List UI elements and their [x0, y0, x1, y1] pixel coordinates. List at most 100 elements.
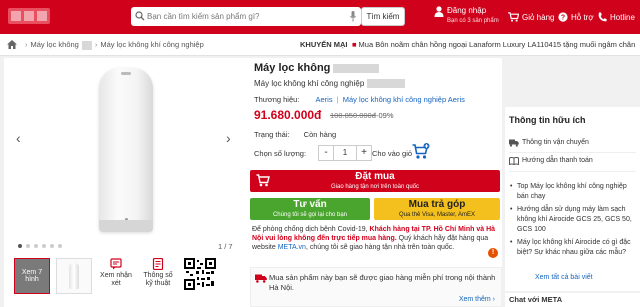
- status-label: Trạng thái:: [254, 130, 290, 139]
- quantity-input[interactable]: 1: [334, 145, 356, 161]
- search-input[interactable]: [147, 7, 327, 26]
- gallery-dot[interactable]: [26, 244, 30, 248]
- login-label: Đăng nhập: [447, 6, 487, 15]
- installment-button[interactable]: Mua trả góp Qua thẻ Visa, Master, AmEX: [374, 198, 500, 220]
- add-to-cart-icon[interactable]: [412, 143, 430, 161]
- product-image[interactable]: [99, 68, 153, 232]
- chat-panel[interactable]: Chat với META: [505, 293, 640, 307]
- shipping-info-link[interactable]: Thông tin vận chuyển: [509, 139, 589, 147]
- promo-bullet-icon: ■: [352, 40, 357, 49]
- news-item[interactable]: Top Máy lọc không khí công nghiệp bán ch…: [509, 182, 639, 202]
- svg-text:?: ?: [561, 15, 565, 22]
- gallery-dot[interactable]: [50, 244, 54, 248]
- status-row: Trạng thái: Còn hàng: [254, 130, 336, 139]
- shipping-box: Mua sản phẩm này bạn sẽ được giao hàng m…: [250, 267, 502, 307]
- product-subtitle: Máy lọc không khí công nghiệp: [254, 79, 406, 89]
- gallery-dot[interactable]: [42, 244, 46, 248]
- cart-link[interactable]: Giỏ hàng: [508, 0, 554, 34]
- shipping-text: Mua sản phẩm này bạn sẽ được giao hàng m…: [269, 273, 496, 292]
- product-title-text: Máy lọc không: [254, 62, 331, 74]
- redacted-block: [333, 63, 380, 73]
- logo-block: [24, 11, 34, 21]
- notice-part-4: , chúng tôi sẽ giao hàng tận nhà trên to…: [305, 244, 455, 251]
- covid-notice: Để phòng chống dịch bệnh Covid-19, Khách…: [252, 225, 502, 252]
- thumbnail-video[interactable]: Xem 7 hình: [14, 258, 50, 294]
- reviews-label: Xem nhận xét: [100, 272, 132, 287]
- hotline-link[interactable]: Hotline: [598, 0, 635, 34]
- thumbnail-video-label: Xem 7 hình: [21, 269, 43, 283]
- specs-label: Thông số kỹ thuật: [143, 272, 173, 287]
- product-gallery: ‹ › 1 / 7 Xem 7 hình Xem nhận xét Thông …: [4, 58, 246, 307]
- reviews-button[interactable]: Xem nhận xét: [98, 258, 134, 296]
- specs-icon: [152, 258, 164, 270]
- gallery-dot[interactable]: [58, 244, 62, 248]
- product-price: 91.680.000đ: [254, 108, 322, 122]
- promo-text[interactable]: ■ Mua Bôn noãm chân hồng ngoại Lanaform L…: [352, 40, 640, 49]
- news-list: Top Máy lọc không khí công nghiệp bán ch…: [509, 182, 639, 261]
- add-to-cart-label: Cho vào giỏ: [372, 149, 413, 158]
- gallery-next-button[interactable]: ›: [226, 130, 231, 146]
- qr-code[interactable]: [182, 258, 218, 296]
- payment-guide-link[interactable]: Hướng dẫn thanh toán: [509, 157, 593, 165]
- consult-subtitle: Chúng tôi sẽ gọi lại cho bạn: [272, 212, 348, 218]
- site-logo[interactable]: [8, 8, 50, 24]
- thumbnail-product: [69, 263, 79, 289]
- quantity-stepper: - 1 +: [318, 145, 372, 161]
- brand-row: Thương hiệu: Aeris | Máy lọc không khí c…: [254, 95, 465, 104]
- microphone-icon[interactable]: [350, 11, 356, 22]
- home-icon[interactable]: [7, 40, 17, 49]
- qr-code-icon: [184, 258, 216, 290]
- news-item[interactable]: Máy lọc không khí Airocide có gì đặc biệ…: [509, 238, 639, 258]
- user-icon: [434, 6, 444, 17]
- redacted-block: [81, 40, 92, 50]
- installment-subtitle: Qua thẻ Visa, Master, AmEX: [399, 212, 475, 218]
- brand-link[interactable]: Aeris: [315, 95, 332, 104]
- gallery-dot[interactable]: [34, 244, 38, 248]
- status-value: Còn hàng: [303, 130, 337, 139]
- product-info: Máy lọc không Máy lọc không khí công ngh…: [248, 58, 502, 307]
- truck-icon: [509, 139, 519, 147]
- login-link[interactable]: Đăng nhập Bạn có 3 sản phẩm: [434, 6, 499, 28]
- help-icon: ?: [558, 12, 568, 22]
- breadcrumb-separator: ›: [25, 40, 28, 49]
- cart-icon: [508, 12, 519, 22]
- installment-title: Mua trả góp: [408, 199, 466, 210]
- news-item[interactable]: Hướng dẫn sử dụng máy làm sạch không khí…: [509, 205, 639, 235]
- buy-now-button[interactable]: Đặt mua Giao hàng tận nơi trên toàn quốc: [250, 170, 500, 192]
- shipping-more-link[interactable]: Xem thêm ›: [459, 296, 495, 303]
- all-articles-link[interactable]: Xem tất cả bài viết: [535, 274, 593, 281]
- original-price: 100.850.000đ: [330, 111, 376, 120]
- product-title: Máy lọc không: [254, 62, 380, 74]
- payment-guide-label: Hướng dẫn thanh toán: [522, 157, 593, 164]
- buy-now-subtitle: Giao hàng tận nơi trên toàn quốc: [331, 184, 419, 190]
- buy-now-title: Đặt mua: [355, 171, 395, 182]
- chat-label: Chat với META: [509, 295, 563, 304]
- specs-button[interactable]: Thông số kỹ thuật: [140, 258, 176, 296]
- quantity-decrease-button[interactable]: -: [318, 145, 334, 161]
- quantity-label: Chọn số lượng:: [254, 149, 307, 158]
- gallery-counter: 1 / 7: [218, 242, 233, 251]
- breadcrumb: › Máy lọc không › Máy lọc không khí công ng…: [0, 34, 640, 56]
- brand-category-link[interactable]: Máy lọc không khí công nghiệp Aeris: [343, 95, 465, 104]
- cart-label: Giỏ hàng: [522, 12, 555, 22]
- logo-block: [37, 11, 47, 21]
- consult-button[interactable]: Tư vấn Chúng tôi sẽ gọi lại cho bạn: [250, 198, 370, 220]
- breadcrumb-item-2[interactable]: Máy lọc không khí công nghiệp: [100, 40, 203, 49]
- search-button[interactable]: Tìm kiếm: [361, 7, 405, 26]
- gallery-prev-button[interactable]: ‹: [16, 130, 21, 146]
- gallery-thumbnails: Xem 7 hình Xem nhận xét Thông số kỹ thuậ…: [14, 258, 218, 298]
- divider: [509, 152, 636, 153]
- notice-part-1: Để phòng chống dịch bệnh Covid-19,: [252, 226, 368, 233]
- support-label: Hỗ trợ: [571, 12, 594, 22]
- quantity-increase-button[interactable]: +: [356, 145, 372, 161]
- breadcrumb-item-1[interactable]: Máy lọc không: [31, 40, 79, 49]
- gallery-dot[interactable]: [18, 244, 22, 248]
- notice-link[interactable]: META.vn: [278, 244, 306, 251]
- breadcrumb-separator: ›: [94, 40, 98, 49]
- panel-title: Thông tin hữu ích: [509, 115, 586, 125]
- support-link[interactable]: ? Hỗ trợ: [558, 0, 594, 34]
- consult-title: Tư vấn: [293, 199, 327, 210]
- useful-info-panel: Thông tin hữu ích Thông tin vận chuyển H…: [505, 107, 640, 291]
- thumbnail-image[interactable]: [56, 258, 92, 294]
- phone-icon: [598, 12, 607, 22]
